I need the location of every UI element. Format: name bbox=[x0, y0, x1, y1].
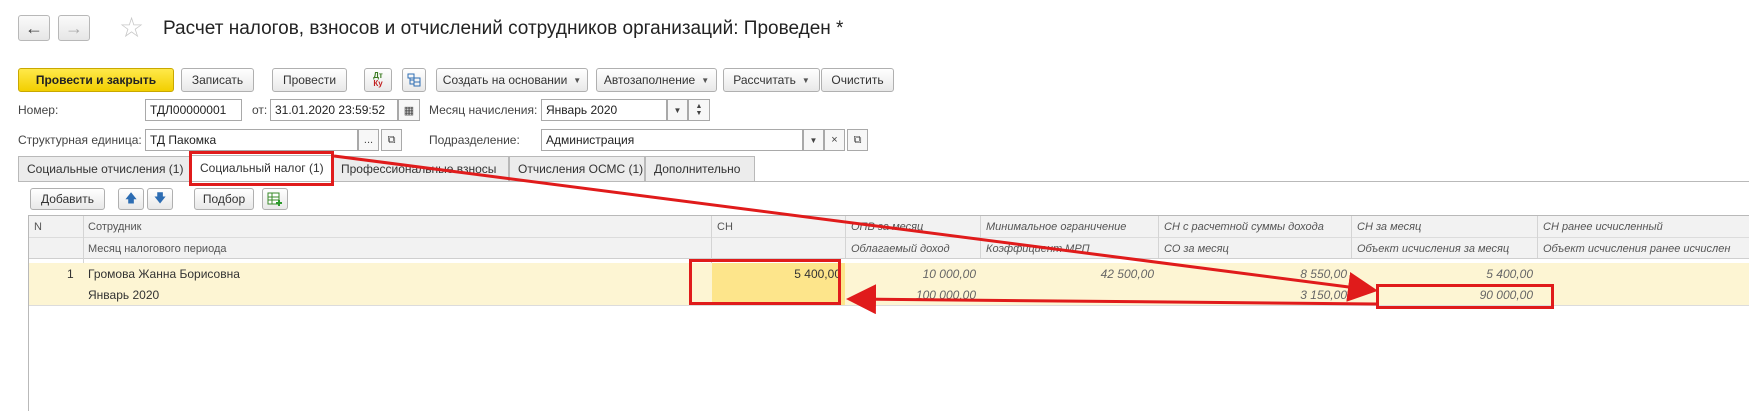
annotation-arrow-1 bbox=[333, 154, 1378, 302]
annotation-arrow-2 bbox=[846, 284, 1377, 315]
annotation-arrows bbox=[333, 154, 1378, 315]
